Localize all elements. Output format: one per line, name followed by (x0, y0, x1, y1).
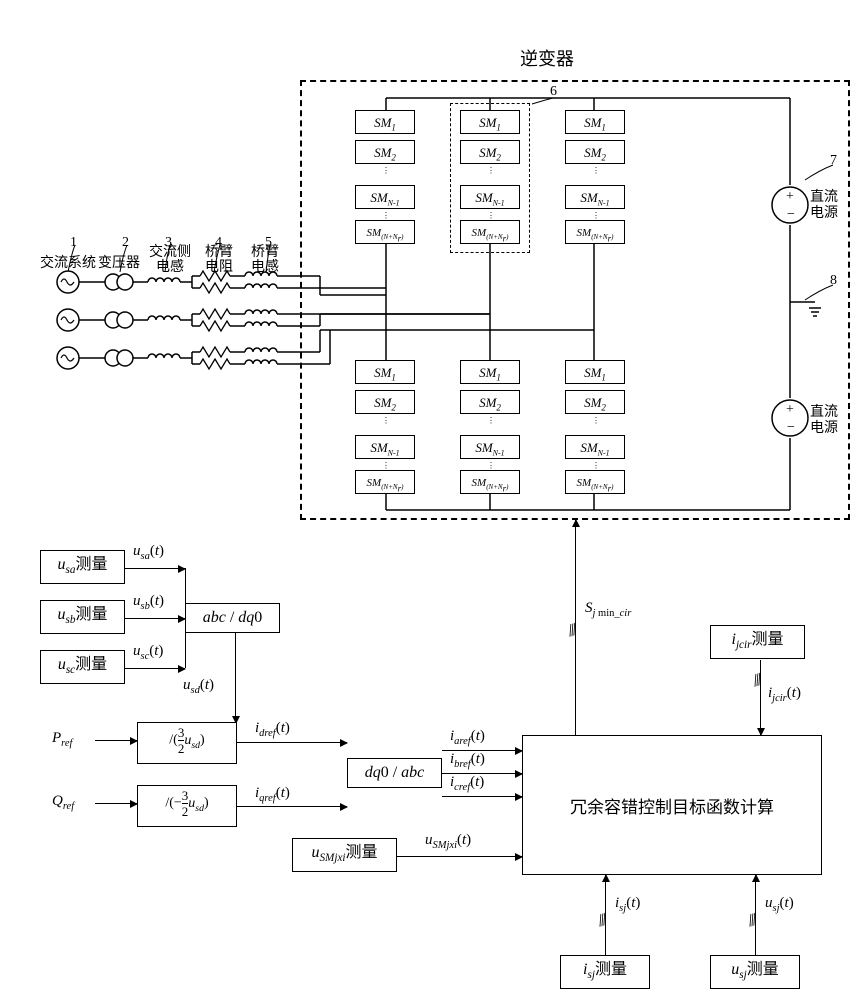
label-ac-inductor: 交流侧电感 (145, 245, 195, 275)
pref-label: Pref (52, 730, 72, 749)
sm-module: SM2 (460, 390, 520, 414)
sm-module: SM2 (355, 390, 415, 414)
usa-t-label: usa(t) (133, 543, 164, 562)
iqref-label: iqref(t) (255, 785, 290, 804)
usc-measure-box: usc测量 (40, 650, 125, 684)
inverter-title: 逆变器 (520, 45, 574, 71)
sm-module: SM(N+Nr) (355, 470, 415, 494)
sm-module: SMN-1 (355, 435, 415, 459)
ijcir-measure-box: ijcir测量 (710, 625, 805, 659)
idref-label: idref(t) (255, 720, 290, 739)
label-arm-resistor: 桥臂电阻 (199, 245, 239, 275)
sm-module: SMN-1 (460, 185, 520, 209)
sm-module: SM1 (565, 110, 625, 134)
usd-t-label: usd(t) (183, 677, 214, 696)
label-ac-system: 交流系统 (38, 252, 98, 272)
label-dc-source-2: 直流电源 (810, 405, 850, 437)
usb-t-label: usb(t) (133, 593, 164, 612)
label-dc-source-1: 直流电源 (810, 190, 850, 222)
usc-t-label: usc(t) (133, 643, 163, 662)
sm-module: SMN-1 (565, 185, 625, 209)
sm-module: SM1 (355, 360, 415, 384)
sm-module: SM2 (565, 390, 625, 414)
usmjxi-measure-box: uSMjxi测量 (292, 838, 397, 872)
callout-7: 7 (830, 153, 837, 169)
sm-module: SM2 (565, 140, 625, 164)
usmjxi-t-label: uSMjxi(t) (425, 832, 471, 851)
sm-module: SM1 (565, 360, 625, 384)
sm-module: SM1 (460, 360, 520, 384)
icref-label: icref(t) (450, 774, 484, 793)
abc-dq0-box: abc / dq0 (185, 603, 280, 633)
usb-measure-box: usb测量 (40, 600, 125, 634)
isj-t-label: isj(t) (615, 895, 640, 914)
isj-measure-box: isj测量 (560, 955, 650, 989)
div-pref-box: /(32usd) (137, 722, 237, 764)
sm-module: SM(N+Nr) (355, 220, 415, 244)
sm-module: SM1 (460, 110, 520, 134)
sm-module: SMN-1 (460, 435, 520, 459)
sm-module: SMN-1 (355, 185, 415, 209)
sm-module: SM1 (355, 110, 415, 134)
sm-module: SM(N+Nr) (460, 470, 520, 494)
qref-label: Qref (52, 793, 74, 812)
usa-measure-box: usa测量 (40, 550, 125, 584)
usj-measure-box: usj测量 (710, 955, 800, 989)
objective-function-box: 冗余容错控制目标函数计算 (522, 735, 822, 875)
sm-module: SM(N+Nr) (565, 470, 625, 494)
label-transformer: 变压器 (98, 252, 148, 272)
div-qref-box: /(−32usd) (137, 785, 237, 827)
iaref-label: iaref(t) (450, 728, 485, 747)
callout-2: 2 (122, 235, 129, 251)
ijcir-t-label: ijcir(t) (768, 685, 801, 704)
usj-t-label: usj(t) (765, 895, 794, 914)
sjmin-label: Sj min_cir (585, 600, 631, 619)
callout-1: 1 (70, 235, 77, 251)
sm-module: SM(N+Nr) (460, 220, 520, 244)
ibref-label: ibref(t) (450, 751, 485, 770)
callout-8: 8 (830, 273, 837, 289)
dq0-abc-box: dq0 / abc (347, 758, 442, 788)
callout-6: 6 (550, 84, 557, 100)
sm-module: SM2 (355, 140, 415, 164)
sm-module: SM2 (460, 140, 520, 164)
sm-module: SM(N+Nr) (565, 220, 625, 244)
sm-module: SMN-1 (565, 435, 625, 459)
label-arm-inductor: 桥臂电感 (245, 245, 285, 275)
